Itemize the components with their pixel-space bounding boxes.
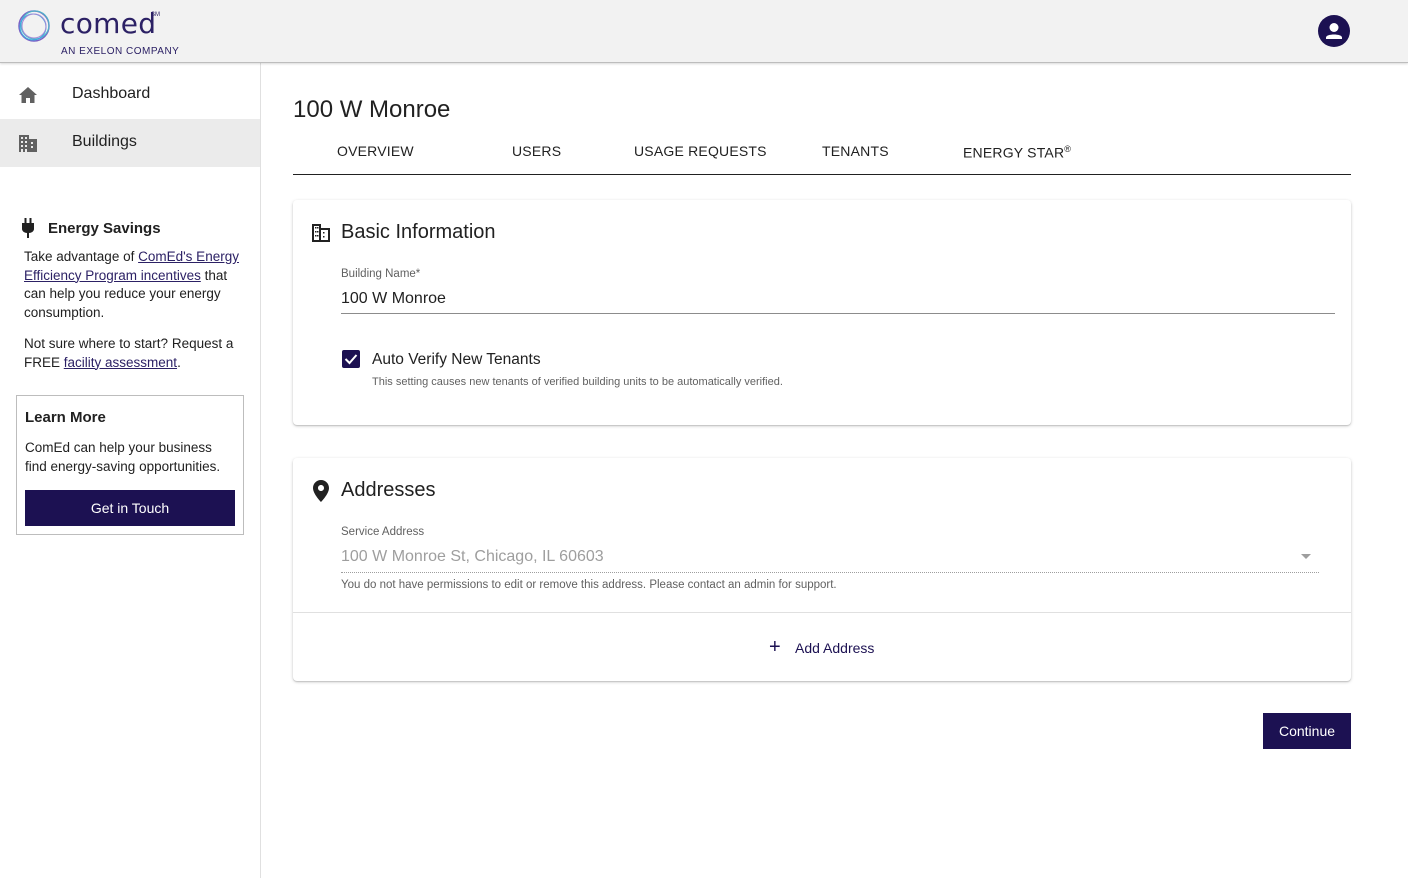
learn-more-card: Learn More ComEd can help your business … <box>16 395 244 535</box>
building-icon <box>19 135 37 152</box>
comed-logo[interactable]: comed SM AN EXELON COMPANY <box>14 6 214 58</box>
tab-users[interactable]: USERS <box>512 143 561 159</box>
sidebar-item-label: Dashboard <box>72 85 151 102</box>
location-pin-icon <box>313 480 329 502</box>
tab-overview[interactable]: OVERVIEW <box>337 143 414 159</box>
energy-savings-text-part: Take advantage of <box>24 249 139 264</box>
auto-verify-checkbox[interactable] <box>342 350 360 368</box>
building-name-label-text: Building Name <box>341 268 416 280</box>
required-asterisk: * <box>415 268 421 280</box>
dropdown-arrow-icon[interactable] <box>1301 554 1311 559</box>
service-address-label: Service Address <box>341 526 425 538</box>
tab-tenants[interactable]: TENANTS <box>822 143 889 159</box>
tab-energy-star-label: ENERGY STAR <box>963 144 1065 161</box>
tab-bar: OVERVIEW USERS USAGE REQUESTS TENANTS EN… <box>293 128 1351 175</box>
addresses-card: Addresses Service Address 100 W Monroe S… <box>293 458 1351 681</box>
facility-assessment-text: Not sure where to start? Request a FREE … <box>24 335 239 372</box>
add-address-label: Add Address <box>795 640 875 656</box>
sidebar: Dashboard Buildings Energy Savings Take … <box>0 63 261 878</box>
learn-more-text: ComEd can help your business find energy… <box>25 440 221 474</box>
continue-button[interactable]: Continue <box>1263 713 1351 749</box>
sidebar-item-dashboard[interactable]: Dashboard <box>0 71 260 119</box>
facility-assessment-link[interactable]: facility assessment <box>64 355 177 370</box>
top-bar: comed SM AN EXELON COMPANY <box>0 0 1408 63</box>
plug-icon <box>22 218 34 238</box>
energy-savings-text: Take advantage of ComEd's Energy Efficie… <box>24 248 239 322</box>
tab-usage-requests[interactable]: USAGE REQUESTS <box>634 143 767 159</box>
card-title: Addresses <box>341 479 436 501</box>
auto-verify-help-text: This setting causes new tenants of verif… <box>372 376 783 388</box>
service-address-select[interactable]: 100 W Monroe St, Chicago, IL 60603 <box>341 548 604 566</box>
tab-energy-star[interactable]: ENERGY STAR® <box>963 144 1071 161</box>
sidebar-item-buildings[interactable]: Buildings <box>0 119 260 167</box>
energy-savings-title: Energy Savings <box>48 220 161 237</box>
learn-more-title: Learn More <box>25 409 106 426</box>
building-name-label: Building Name* <box>341 268 420 280</box>
brand-service-mark: SM <box>151 12 160 18</box>
account-avatar-icon[interactable] <box>1318 15 1350 47</box>
brand-subtitle: AN EXELON COMPANY <box>61 46 180 57</box>
home-icon <box>19 87 37 103</box>
check-icon <box>344 354 358 365</box>
page-title: 100 W Monroe <box>293 96 451 123</box>
person-icon <box>1326 23 1342 39</box>
service-address-underline <box>341 572 1319 573</box>
plus-icon: + <box>769 636 781 658</box>
card-title: Basic Information <box>341 221 496 243</box>
divider <box>293 612 1351 613</box>
auto-verify-label: Auto Verify New Tenants <box>372 351 541 368</box>
building-name-input[interactable]: 100 W Monroe <box>341 290 446 308</box>
registered-mark: ® <box>1064 144 1072 154</box>
brand-name: comed <box>60 7 157 40</box>
logo-mark-icon <box>18 10 50 42</box>
get-in-touch-button[interactable]: Get in Touch <box>25 490 235 526</box>
sidebar-item-label: Buildings <box>72 133 137 150</box>
facility-text-part: . <box>177 354 181 370</box>
basic-information-card: Basic Information Building Name* 100 W M… <box>293 200 1351 425</box>
building-name-underline <box>341 313 1335 314</box>
building-icon <box>312 224 330 242</box>
address-permission-help: You do not have permissions to edit or r… <box>341 579 837 591</box>
